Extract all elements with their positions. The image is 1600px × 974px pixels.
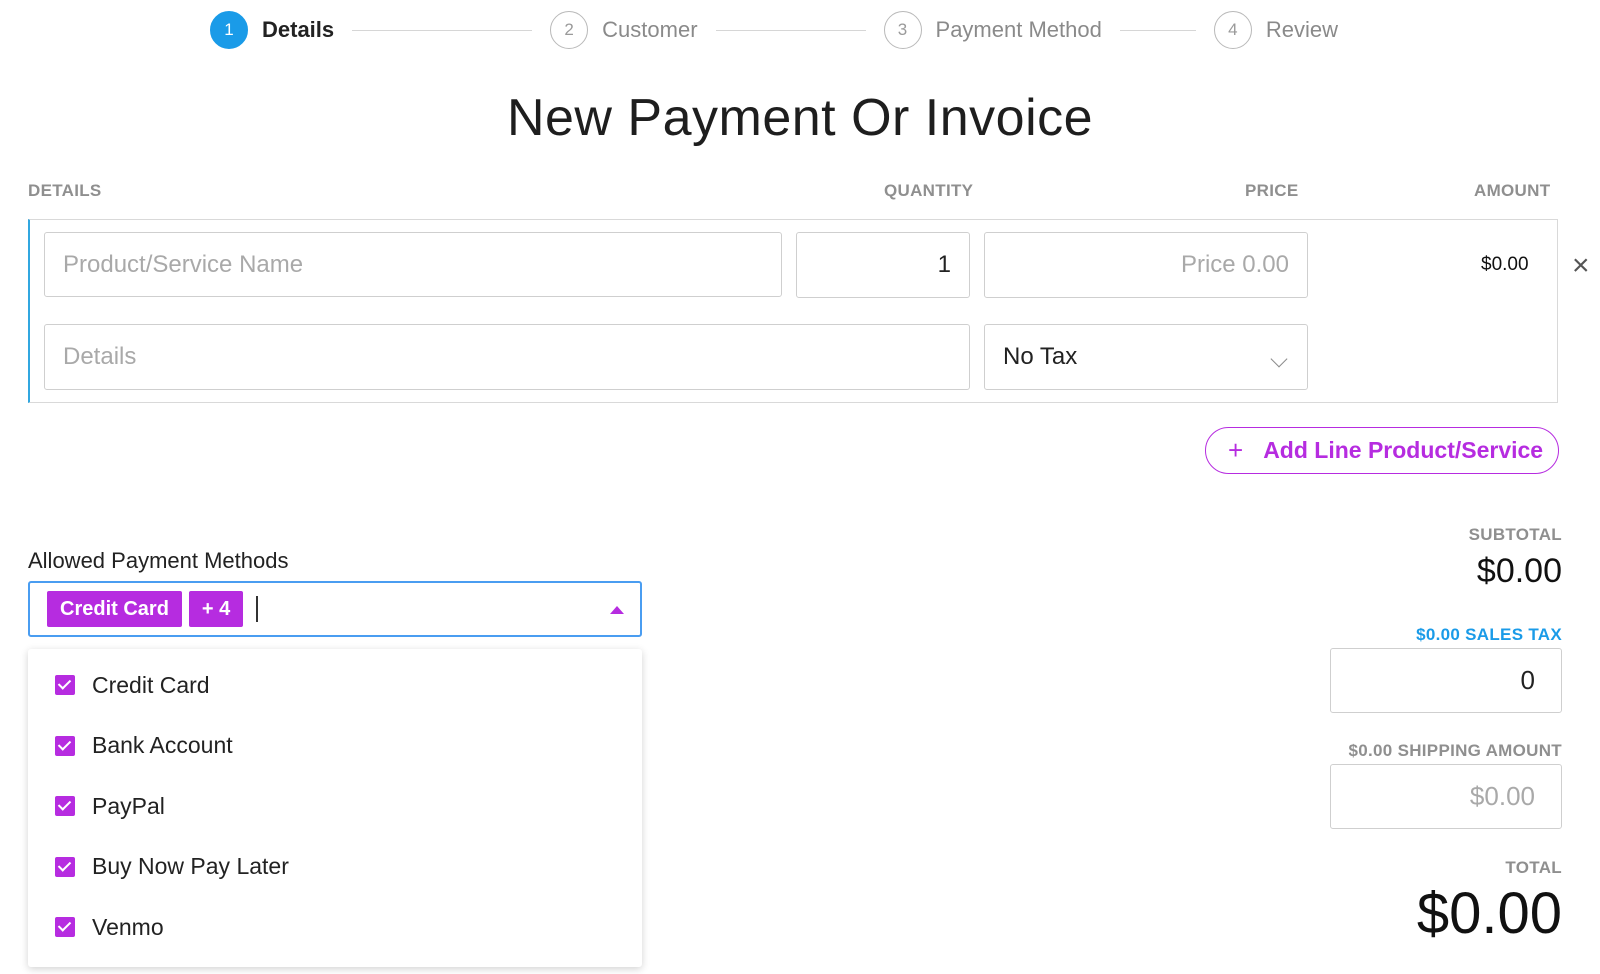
- option-label: Credit Card: [92, 671, 210, 698]
- checkbox-checked-icon[interactable]: [55, 917, 75, 938]
- tax-selected-value: No Tax: [1003, 343, 1078, 370]
- column-header-details: DETAILS: [28, 181, 102, 200]
- sales-tax-label[interactable]: $0.00 SALES TAX: [1416, 625, 1562, 645]
- checkbox-checked-icon[interactable]: [55, 675, 75, 696]
- option-credit-card[interactable]: Credit Card: [28, 655, 642, 716]
- step-connector: [715, 29, 866, 31]
- add-line-label: Add Line Product/Service: [1263, 437, 1544, 463]
- option-venmo[interactable]: Venmo: [28, 897, 642, 958]
- step-number: 3: [883, 11, 922, 49]
- text-cursor: [256, 596, 259, 622]
- payment-methods-select[interactable]: Credit Card + 4: [28, 581, 642, 637]
- shipping-amount-label: $0.00 SHIPPING AMOUNT: [1348, 741, 1562, 760]
- details-input[interactable]: Details: [44, 324, 970, 390]
- chevron-down-icon: [1270, 350, 1288, 368]
- checkbox-checked-icon[interactable]: [55, 796, 75, 817]
- step-connector: [352, 29, 533, 31]
- total-value: $0.00: [1416, 881, 1562, 946]
- line-item-row: Product/Service Name 1 Price 0.00 $0.00 …: [28, 219, 1558, 403]
- tax-select[interactable]: No Tax: [984, 324, 1308, 390]
- step-number: 1: [210, 11, 248, 49]
- option-bank-account[interactable]: Bank Account: [28, 716, 642, 777]
- option-label: PayPal: [92, 792, 165, 819]
- plus-icon: +: [1228, 435, 1244, 465]
- option-paypal[interactable]: PayPal: [28, 776, 642, 837]
- option-buy-now-pay-later[interactable]: Buy Now Pay Later: [28, 837, 642, 898]
- subtotal-label: SUBTOTAL: [1468, 525, 1562, 544]
- product-name-input[interactable]: Product/Service Name: [44, 232, 782, 297]
- chip-more-count[interactable]: + 4: [188, 591, 244, 627]
- add-line-button[interactable]: + Add Line Product/Service: [1205, 427, 1559, 474]
- step-review[interactable]: 4 Review: [1213, 11, 1338, 49]
- step-label: Customer: [602, 17, 698, 42]
- payment-methods-label: Allowed Payment Methods: [28, 548, 289, 573]
- step-label: Review: [1265, 17, 1338, 42]
- line-amount: $0.00: [1481, 254, 1529, 275]
- step-label: Details: [262, 17, 335, 42]
- quantity-input[interactable]: 1: [796, 232, 970, 298]
- checkbox-checked-icon[interactable]: [55, 856, 75, 877]
- price-input[interactable]: Price 0.00: [984, 232, 1308, 298]
- total-label: TOTAL: [1505, 858, 1562, 877]
- step-payment-method[interactable]: 3 Payment Method: [883, 11, 1102, 49]
- option-label: Bank Account: [92, 732, 233, 759]
- shipping-amount-input[interactable]: $0.00: [1330, 764, 1562, 829]
- payment-methods-dropdown: Credit Card Bank Account PayPal Buy Now …: [28, 649, 642, 967]
- option-label: Venmo: [92, 913, 164, 940]
- step-number: 2: [550, 11, 589, 49]
- caret-up-icon[interactable]: [610, 606, 624, 614]
- remove-line-close-icon[interactable]: ×: [1572, 251, 1590, 281]
- step-label: Payment Method: [935, 17, 1102, 42]
- chip-credit-card[interactable]: Credit Card: [47, 591, 182, 627]
- page-title: New Payment Or Invoice: [506, 89, 1094, 147]
- column-header-amount: AMOUNT: [1474, 181, 1551, 200]
- step-number: 4: [1213, 11, 1252, 49]
- column-header-quantity: QUANTITY: [884, 181, 974, 200]
- sales-tax-input[interactable]: 0: [1330, 648, 1562, 713]
- stepper: 1 Details 2 Customer 3 Payment Method 4 …: [210, 10, 1338, 50]
- option-label: Buy Now Pay Later: [92, 853, 289, 880]
- step-details[interactable]: 1 Details: [210, 11, 334, 49]
- column-header-price: PRICE: [1245, 181, 1299, 200]
- step-customer[interactable]: 2 Customer: [550, 11, 698, 49]
- checkbox-checked-icon[interactable]: [55, 735, 75, 756]
- step-connector: [1119, 29, 1196, 31]
- subtotal-value: $0.00: [1476, 552, 1562, 590]
